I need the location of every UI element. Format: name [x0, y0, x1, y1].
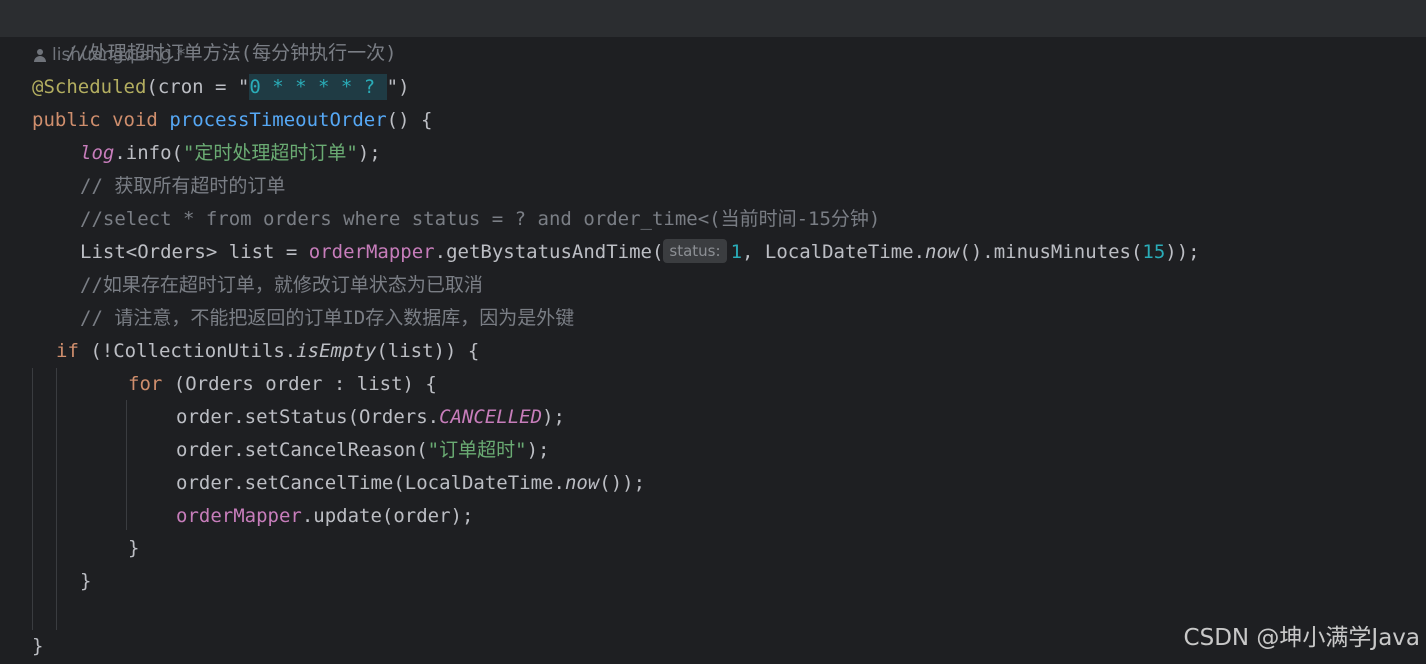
code-token: ); [542, 406, 565, 428]
code-token: ); [357, 142, 381, 164]
code-token: ()); [599, 472, 646, 494]
comment: //如果存在超时订单，就修改订单状态为已取消 [80, 274, 483, 296]
code-token: ); [526, 439, 550, 461]
code-line[interactable]: //select * from orders where status = ? … [80, 203, 880, 236]
indent-guide [126, 400, 127, 530]
log-field: log [80, 142, 115, 164]
keyword-public: public [32, 109, 101, 131]
code-editor[interactable]: //处理超时订单方法(每分钟执行一次) lishuangqiang * @Sch… [0, 0, 1426, 664]
closing-brace: } [32, 635, 44, 657]
code-token: .update(order); [301, 505, 474, 527]
comment: // 获取所有超时的订单 [80, 175, 286, 197]
code-line[interactable]: List<Orders> list = orderMapper.getBysta… [80, 236, 1200, 269]
code-line[interactable]: order.setCancelTime(LocalDateTime.now())… [176, 467, 645, 500]
parameter-hint: status: [663, 238, 727, 263]
code-line[interactable]: for (Orders order : list) { [128, 368, 437, 401]
method-name: processTimeoutOrder [169, 109, 387, 131]
indent-guide [56, 368, 57, 630]
indent-guide [32, 368, 33, 630]
code-token: ().minusMinutes( [959, 241, 1143, 263]
code-token: List<Orders> list = [80, 241, 309, 263]
code-line[interactable]: // 获取所有超时的订单 [80, 170, 285, 203]
code-token: ") [386, 76, 410, 98]
code-line[interactable]: @Scheduled(cron = "0 * * * * ? ") [32, 71, 410, 104]
static-method: isEmpty [296, 340, 377, 362]
code-token: (!CollectionUtils. [78, 340, 297, 362]
static-method: now [564, 472, 600, 494]
code-line[interactable]: //如果存在超时订单，就修改订单状态为已取消 [80, 269, 483, 302]
code-token: order.setCancelReason( [176, 439, 428, 461]
string-literal: "订单超时" [427, 439, 527, 461]
code-token: order.setCancelTime(LocalDateTime. [176, 472, 565, 494]
code-token: , LocalDateTime. [742, 241, 926, 263]
keyword-if: if [56, 340, 79, 362]
author-hint[interactable]: lishuangqiang * [34, 40, 185, 70]
code-line[interactable]: } [32, 630, 43, 663]
code-token: )); [1165, 241, 1200, 263]
header-comment: //处理超时订单方法(每分钟执行一次) [20, 4, 397, 64]
code-token: () { [386, 109, 433, 131]
code-line[interactable]: order.setCancelReason("订单超时"); [176, 434, 549, 467]
closing-brace: } [80, 570, 92, 592]
mapper-field: orderMapper [176, 505, 302, 527]
code-token: order.setStatus(Orders. [176, 406, 440, 428]
code-line[interactable]: order.setStatus(Orders.CANCELLED); [176, 401, 565, 434]
comment: //select * from orders where status = ? … [80, 208, 881, 230]
code-line[interactable]: // 请注意，不能把返回的订单ID存入数据库，因为是外键 [80, 302, 574, 335]
code-token: (cron = " [146, 76, 250, 98]
static-method: now [925, 241, 960, 263]
annotation: @Scheduled [32, 76, 147, 98]
enum-constant: CANCELLED [439, 406, 543, 428]
closing-brace: } [128, 537, 140, 559]
number-literal: 15 [1142, 241, 1166, 263]
string-literal: "定时处理超时订单" [182, 142, 358, 164]
code-line[interactable]: } [128, 532, 139, 565]
code-line[interactable]: public void processTimeoutOrder() { [32, 104, 432, 137]
mapper-field: orderMapper [308, 241, 435, 263]
cron-expression: 0 * * * * ? [249, 74, 387, 100]
keyword-void: void [112, 109, 158, 131]
code-token: .getBystatusAndTime( [434, 241, 664, 263]
keyword-for: for [128, 373, 163, 395]
watermark: CSDN @坤小满学Java [1183, 625, 1420, 651]
code-line[interactable]: if (!CollectionUtils.isEmpty(list)) { [56, 335, 479, 368]
code-token: (Orders order : list) { [162, 373, 437, 395]
number-literal: 1 [730, 241, 743, 263]
code-line[interactable]: orderMapper.update(order); [176, 500, 473, 533]
code-line[interactable]: log.info("定时处理超时订单"); [80, 137, 381, 170]
comment: // 请注意，不能把返回的订单ID存入数据库，因为是外键 [80, 307, 575, 329]
code-line[interactable]: } [80, 565, 91, 598]
author-name: lishuangqiang * [52, 45, 186, 65]
code-token: .info( [114, 142, 183, 164]
person-icon [34, 48, 46, 62]
code-token: (list)) { [376, 340, 480, 362]
